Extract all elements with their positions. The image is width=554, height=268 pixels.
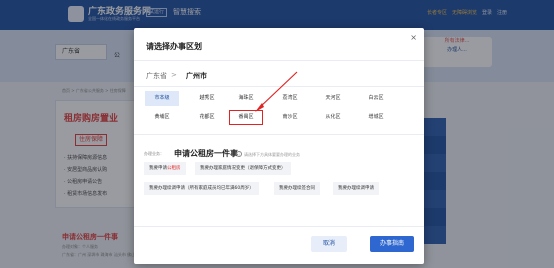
section-label: 办理业务： xyxy=(144,151,164,156)
divider xyxy=(134,86,424,87)
section-name: 申请公租房一件事 xyxy=(174,149,238,158)
breadcrumb-city[interactable]: 广州市 xyxy=(186,71,207,81)
district-huadu[interactable]: 花都区 xyxy=(190,110,224,125)
district-haizhu[interactable]: 海珠区 xyxy=(229,91,263,106)
divider xyxy=(134,134,424,135)
task-label-highlight: 公租房 xyxy=(167,166,181,171)
info-icon: i xyxy=(236,151,242,157)
district-nansha[interactable]: 南沙区 xyxy=(273,110,307,125)
district-yuexiu[interactable]: 越秀区 xyxy=(190,91,224,106)
district-huangpu[interactable]: 黄埔区 xyxy=(145,110,179,125)
district-conghua[interactable]: 从化区 xyxy=(316,110,350,125)
district-tianhe[interactable]: 天河区 xyxy=(316,91,350,106)
region-select-dialog: 请选择办事区划 × 广东省 > 广州市 市本级 越秀区 海珠区 荔湾区 天河区 … xyxy=(134,28,424,264)
district-liwan[interactable]: 荔湾区 xyxy=(273,91,307,106)
district-zengcheng[interactable]: 增城区 xyxy=(359,110,393,125)
task-renewal-apply[interactable]: 我要办理续调申请 xyxy=(333,182,379,195)
cancel-button[interactable]: 取消 xyxy=(311,236,347,252)
task-family-change[interactable]: 我要办理家庭情况变更（退保障方式变更） xyxy=(195,162,291,175)
guide-button[interactable]: 办事指南 xyxy=(370,236,414,252)
breadcrumb-separator: > xyxy=(171,71,177,79)
hint-text: 请选择下方具体要要办理的业务 xyxy=(244,152,300,157)
close-icon[interactable]: × xyxy=(410,33,417,42)
district-shibenji[interactable]: 市本级 xyxy=(145,91,179,106)
task-label-prefix: 我要申请 xyxy=(149,166,167,171)
divider xyxy=(134,226,424,227)
breadcrumb-province[interactable]: 广东省 xyxy=(146,71,167,81)
divider xyxy=(134,60,424,61)
task-renew-contract[interactable]: 我要办理续签合同 xyxy=(274,182,320,195)
task-renewal-elderly[interactable]: 我要办理续调申请（所有家庭成员均已年满60周岁） xyxy=(144,182,259,195)
district-baiyun[interactable]: 白云区 xyxy=(359,91,393,106)
dialog-title: 请选择办事区划 xyxy=(146,42,202,51)
district-panyu[interactable]: 番禺区 xyxy=(229,110,263,125)
task-apply-rental-housing[interactable]: 我要申请公租房 xyxy=(144,162,186,175)
